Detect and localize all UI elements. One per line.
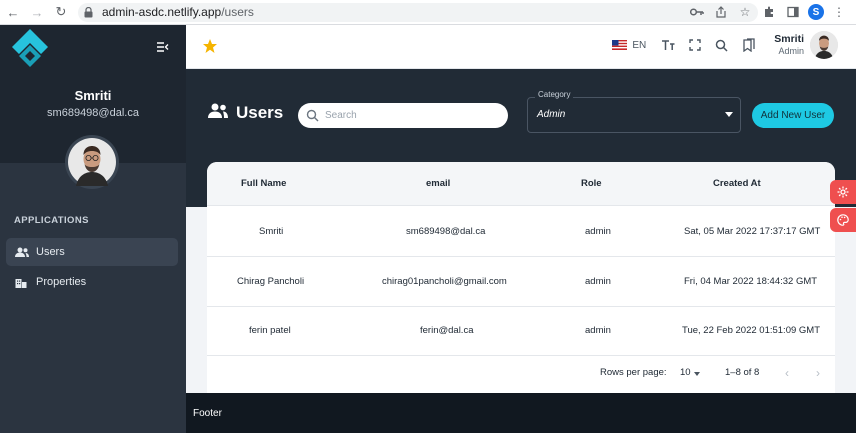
users-icon <box>15 245 29 259</box>
url-host: admin-asdc.netlify.app <box>102 5 222 19</box>
column-header-role[interactable]: Role <box>581 178 602 189</box>
cell-email: ferin@dal.ca <box>420 325 474 336</box>
app-header: EN Smriti Admin <box>186 25 856 69</box>
cell-full-name: ferin patel <box>249 325 291 336</box>
browser-toolbar: ← → ↻ admin-asdc.netlify.app/users ☆ S ⋮ <box>0 0 856 25</box>
table-pagination: Rows per page: 10 1–8 of 8 ‹ › <box>207 356 835 393</box>
cell-full-name: Chirag Pancholi <box>237 276 305 287</box>
sidebar-avatar <box>65 135 119 189</box>
sidebar: Smriti sm689498@dal.ca APPLICATIONS User… <box>0 25 186 393</box>
sidebar-item-label: Properties <box>36 276 87 288</box>
chevron-down-icon[interactable] <box>694 372 700 376</box>
back-icon[interactable]: ← <box>4 3 22 21</box>
column-header-created-at[interactable]: Created At <box>713 178 761 189</box>
header-avatar[interactable] <box>810 31 838 59</box>
favorite-star-icon[interactable] <box>202 38 218 54</box>
side-panel-icon[interactable] <box>784 3 802 21</box>
footer: Footer <box>186 393 856 433</box>
page-title-text: Users <box>236 103 284 122</box>
column-header-email[interactable]: email <box>426 178 450 189</box>
sidebar-user-email: sm689498@dal.ca <box>47 107 139 119</box>
cell-full-name: Smriti <box>259 226 284 237</box>
chevron-left-icon[interactable]: ‹ <box>780 366 794 380</box>
sidebar-item-users[interactable]: Users <box>6 238 178 266</box>
cell-email: sm689498@dal.ca <box>406 226 486 237</box>
rows-per-page-select[interactable]: 10 <box>680 367 691 378</box>
profile-avatar[interactable]: S <box>808 4 824 20</box>
buildings-icon <box>15 275 29 289</box>
category-label: Category <box>535 90 574 99</box>
sidebar-section-label: APPLICATIONS <box>14 215 89 226</box>
sidebar-item-label: Users <box>36 246 65 258</box>
pagination-range: 1–8 of 8 <box>725 367 760 378</box>
search-input[interactable] <box>325 110 495 121</box>
cell-email: chirag01pancholi@gmail.com <box>382 276 507 287</box>
cell-role: admin <box>585 226 611 237</box>
collapse-menu-icon[interactable] <box>157 39 171 53</box>
footer-text: Footer <box>193 408 222 419</box>
add-new-user-button[interactable]: Add New User <box>752 103 834 128</box>
forward-icon[interactable]: → <box>28 3 46 21</box>
lock-icon <box>84 6 96 18</box>
sidebar-user-name: Smriti <box>74 88 112 103</box>
reload-icon[interactable]: ↻ <box>52 3 70 21</box>
search-icon[interactable] <box>714 38 729 53</box>
header-user-name: Smriti <box>774 33 804 45</box>
users-icon <box>208 103 228 123</box>
extensions-icon[interactable] <box>760 3 778 21</box>
sidebar-item-properties[interactable]: Properties <box>6 268 178 296</box>
key-icon[interactable] <box>688 3 706 21</box>
table-row[interactable]: ferin patel ferin@dal.ca admin Tue, 22 F… <box>207 307 835 356</box>
cell-role: admin <box>585 325 611 336</box>
cell-role: admin <box>585 276 611 287</box>
cell-created-at: Fri, 04 Mar 2022 18:44:32 GMT <box>684 276 818 287</box>
page-title: Users <box>208 103 283 123</box>
search-box[interactable] <box>298 103 508 128</box>
language-selector[interactable]: EN <box>632 40 646 51</box>
header-user-role: Admin <box>778 46 804 56</box>
table-row[interactable]: Smriti sm689498@dal.ca admin Sat, 05 Mar… <box>207 208 835 257</box>
bookmarks-icon[interactable] <box>741 38 756 53</box>
cell-created-at: Tue, 22 Feb 2022 01:51:09 GMT <box>682 325 821 336</box>
us-flag-icon[interactable] <box>612 40 628 50</box>
column-header-full-name[interactable]: Full Name <box>241 178 286 189</box>
rows-per-page-label: Rows per page: <box>600 367 667 378</box>
table-row[interactable]: Chirag Pancholi chirag01pancholi@gmail.c… <box>207 258 835 307</box>
search-icon <box>306 109 319 122</box>
address-bar[interactable]: admin-asdc.netlify.app/users <box>78 2 758 22</box>
theme-palette-button[interactable] <box>830 208 856 232</box>
users-table: Full Name email Role Created At Smriti s… <box>207 162 835 393</box>
category-value: Admin <box>537 109 566 120</box>
app-logo[interactable] <box>8 27 52 71</box>
settings-gear-button[interactable] <box>830 180 856 204</box>
palette-icon <box>837 214 849 226</box>
table-header: Full Name email Role Created At <box>207 162 835 206</box>
cell-created-at: Sat, 05 Mar 2022 17:37:17 GMT <box>684 226 821 237</box>
url-path: /users <box>221 5 254 19</box>
chevron-right-icon[interactable]: › <box>811 366 825 380</box>
menu-dots-icon[interactable]: ⋮ <box>830 3 848 21</box>
gear-icon <box>837 186 849 198</box>
header-user-info[interactable]: Smriti Admin <box>774 33 804 57</box>
chevron-down-icon[interactable] <box>725 112 733 117</box>
fullscreen-icon[interactable] <box>687 38 702 53</box>
share-icon[interactable] <box>712 3 730 21</box>
bookmark-star-icon[interactable]: ☆ <box>736 3 754 21</box>
sidebar-bottom <box>0 393 186 433</box>
text-size-icon[interactable] <box>660 38 675 53</box>
